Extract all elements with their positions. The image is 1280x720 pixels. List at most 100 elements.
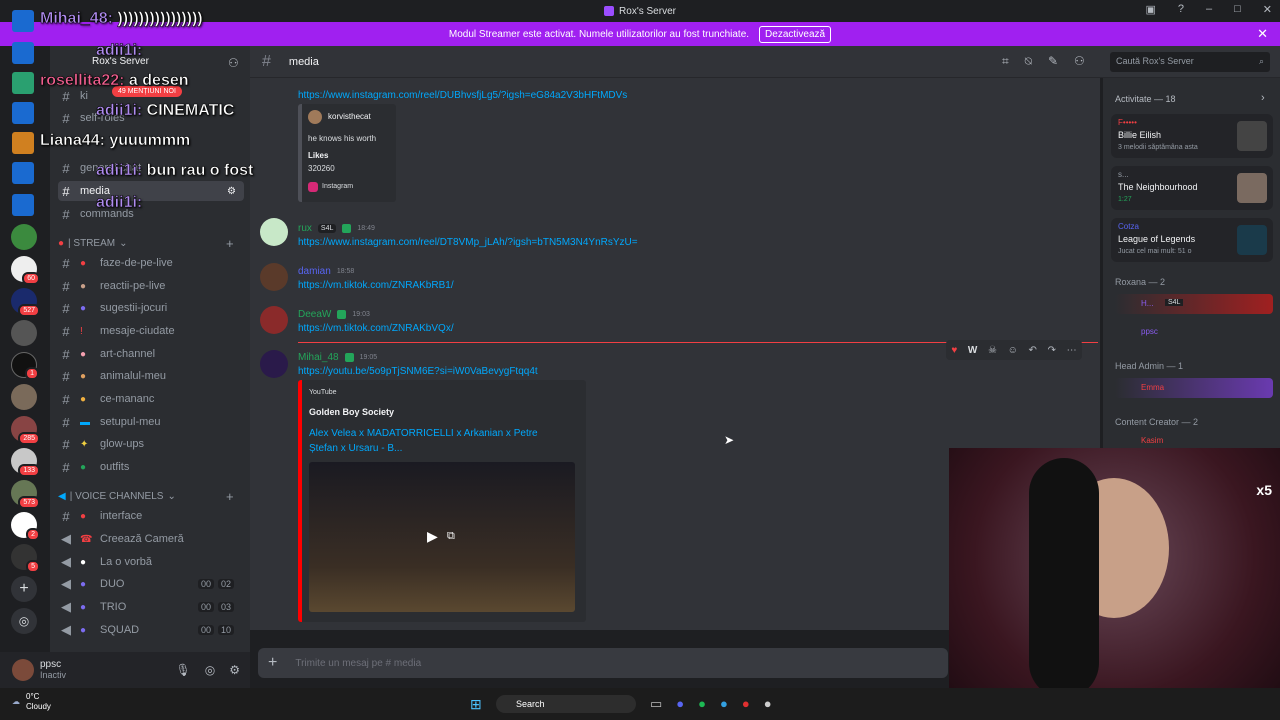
reaction-w[interactable]: W (968, 345, 977, 356)
heart-icon[interactable]: ♥ (951, 345, 957, 356)
close-button[interactable]: ✕ (1263, 3, 1272, 16)
search-input[interactable]: Caută Rox's Server ⌕ (1110, 52, 1270, 72)
members-icon[interactable]: ⚇ (1074, 54, 1085, 69)
obs-icon[interactable]: ● (764, 696, 772, 712)
category-voice[interactable]: ◀ | VOICE CHANNELS ⌄ + (58, 489, 234, 504)
channel-setupul-meu[interactable]: # ▬ setupul-meu (58, 412, 244, 432)
avatar[interactable] (260, 263, 288, 291)
weather-widget[interactable]: ☁ 0°C Cloudy (12, 692, 51, 712)
external-link-icon[interactable]: ⧉ (447, 530, 455, 543)
task-view-icon[interactable]: ▭ (650, 696, 662, 712)
activity-card[interactable]: Cotza League of Legends Jucat cel mai mult… (1111, 218, 1273, 262)
server-icon[interactable]: 527 (11, 288, 40, 317)
message-link[interactable]: https://vm.tiktok.com/ZNRAKbVQx/ (298, 323, 454, 334)
channel-glow-ups[interactable]: # ✦ glow-ups (58, 434, 244, 454)
message-author[interactable]: DeeaW (298, 309, 331, 320)
user-info[interactable]: ppsc Inactiv (40, 659, 66, 681)
activity-card[interactable]: F••••• Billie Eilish 3 melodii săptămâna a… (1111, 114, 1273, 158)
taskbar-search[interactable]: Search (496, 695, 636, 713)
voice-la-o-vorba[interactable]: ◀ ● La o vorbă (58, 552, 244, 572)
server-icon[interactable]: 60 (11, 256, 40, 285)
add-channel-icon[interactable]: + (226, 489, 234, 504)
disable-streamer-button[interactable]: Dezactivează (759, 25, 832, 43)
server-icon[interactable]: 1 (11, 352, 39, 380)
more-icon[interactable]: ⋯ (1067, 345, 1077, 356)
server-icon[interactable]: 285 (11, 416, 40, 445)
embed-title[interactable]: Alex Velea x MADATORRICELLI x Arkanian x… (309, 426, 559, 456)
embed-author[interactable]: Golden Boy Society (309, 407, 394, 417)
server-icon[interactable]: 2 (11, 512, 40, 541)
server-icon[interactable]: 133 (11, 448, 40, 477)
notifications-icon[interactable]: ⍉ (1025, 54, 1032, 69)
channel-animalul-meu[interactable]: # ● animalul-meu (58, 366, 244, 386)
microphone-icon[interactable]: 🎙︎ (176, 663, 191, 677)
guild-tag: S4L (317, 224, 337, 233)
server-icon[interactable] (11, 224, 37, 250)
avatar[interactable] (260, 350, 288, 378)
spotify-icon[interactable]: ● (698, 696, 706, 712)
message-author[interactable]: rux (298, 223, 312, 234)
channel-sugestii-jocuri[interactable]: # ● sugestii-jocuri (58, 298, 244, 318)
activity-card[interactable]: s... The Neighbourhood 1:27 (1111, 166, 1273, 210)
message-link[interactable]: https://www.instagram.com/reel/DUBhvsfjL… (298, 90, 627, 101)
message-input[interactable]: + Trimite un mesaj pe # media (258, 648, 948, 678)
pin-icon[interactable]: ✎ (1048, 54, 1058, 69)
channel-art-channel[interactable]: # ● art-channel (58, 344, 244, 364)
embed-author[interactable]: korvisthecat (328, 112, 371, 121)
voice-duo[interactable]: ◀ ● DUO 00 02 (58, 574, 244, 594)
channel-reactii-pe-live[interactable]: # ● reactii-pe-live (58, 276, 244, 296)
channel-ce-mananc[interactable]: # ● ce-mananc (58, 389, 244, 409)
channel-outfits[interactable]: # ● outfits (58, 457, 244, 477)
message-link[interactable]: https://vm.tiktok.com/ZNRAKbRB1/ (298, 280, 454, 291)
member-row[interactable]: H... S4L (1115, 294, 1273, 314)
video-thumbnail[interactable]: ▶ ⧉ (309, 462, 575, 612)
voice-trio[interactable]: ◀ ● TRIO 00 03 (58, 597, 244, 617)
member-row[interactable]: Emma (1115, 378, 1273, 398)
channel-faze-de-pe-live[interactable]: # ● faze-de-pe-live (58, 253, 244, 273)
channel-interface[interactable]: # ● interface (58, 506, 244, 526)
maximize-button[interactable]: □ (1234, 3, 1241, 16)
member-row[interactable]: ppsc (1115, 322, 1273, 342)
chevron-right-icon[interactable]: › (1261, 92, 1265, 104)
badge-icon (12, 72, 34, 94)
minimize-button[interactable]: – (1206, 3, 1212, 16)
category-stream[interactable]: ● | STREAM ⌄ + (58, 236, 234, 251)
server-icon[interactable] (11, 384, 37, 410)
close-icon[interactable]: ✕ (1257, 26, 1268, 42)
server-icon[interactable]: 5 (11, 544, 40, 573)
discord-icon[interactable]: ● (676, 696, 684, 712)
add-channel-icon[interactable]: + (226, 236, 234, 251)
play-icon[interactable]: ▶ (427, 528, 438, 545)
edge-icon[interactable]: ● (720, 696, 728, 712)
threads-icon[interactable]: ⌗ (1002, 54, 1009, 69)
message-link[interactable]: https://www.instagram.com/reel/DT8VMp_jL… (298, 237, 638, 248)
headphones-icon[interactable]: ◎ (205, 663, 215, 677)
emoji-icon[interactable]: ☺ (1008, 345, 1018, 356)
dot-icon: ● (58, 238, 65, 249)
message-author[interactable]: Mihai_48 (298, 352, 339, 363)
server-icon[interactable] (11, 320, 37, 346)
channel-mesaje-ciudate[interactable]: #! mesaje-ciudate (58, 321, 244, 341)
reply-icon[interactable]: ↶ (1029, 345, 1037, 356)
member-row[interactable]: Kasim (1115, 434, 1273, 448)
server-icon (604, 6, 615, 16)
inbox-icon[interactable]: ▣ (1145, 3, 1155, 16)
app-icon[interactable]: ● (742, 696, 750, 712)
add-server-icon[interactable]: + (11, 576, 37, 602)
voice-creeaza-camera[interactable]: ◀ ☎ Creează Cameră (58, 529, 244, 549)
settings-icon[interactable]: ⚙ (229, 663, 240, 677)
badge-icon (12, 42, 34, 64)
help-icon[interactable]: ? (1178, 3, 1184, 16)
add-attachment-icon[interactable]: + (268, 654, 277, 672)
start-icon[interactable]: ⊞ (470, 696, 482, 713)
avatar[interactable] (260, 306, 288, 334)
user-count: 00 02 (197, 579, 234, 589)
message-author[interactable]: damian (298, 266, 331, 277)
forward-icon[interactable]: ↷ (1048, 345, 1056, 356)
discover-icon[interactable]: ◎ (11, 608, 37, 634)
voice-squad[interactable]: ◀ ● SQUAD 00 10 (58, 620, 244, 640)
message-link[interactable]: https://youtu.be/5o9pTjSNM6E?si=iW0VaBev… (298, 366, 538, 377)
server-icon[interactable]: 573 (11, 480, 40, 509)
skull-icon[interactable]: ☠ (988, 345, 997, 356)
avatar[interactable] (12, 659, 34, 681)
